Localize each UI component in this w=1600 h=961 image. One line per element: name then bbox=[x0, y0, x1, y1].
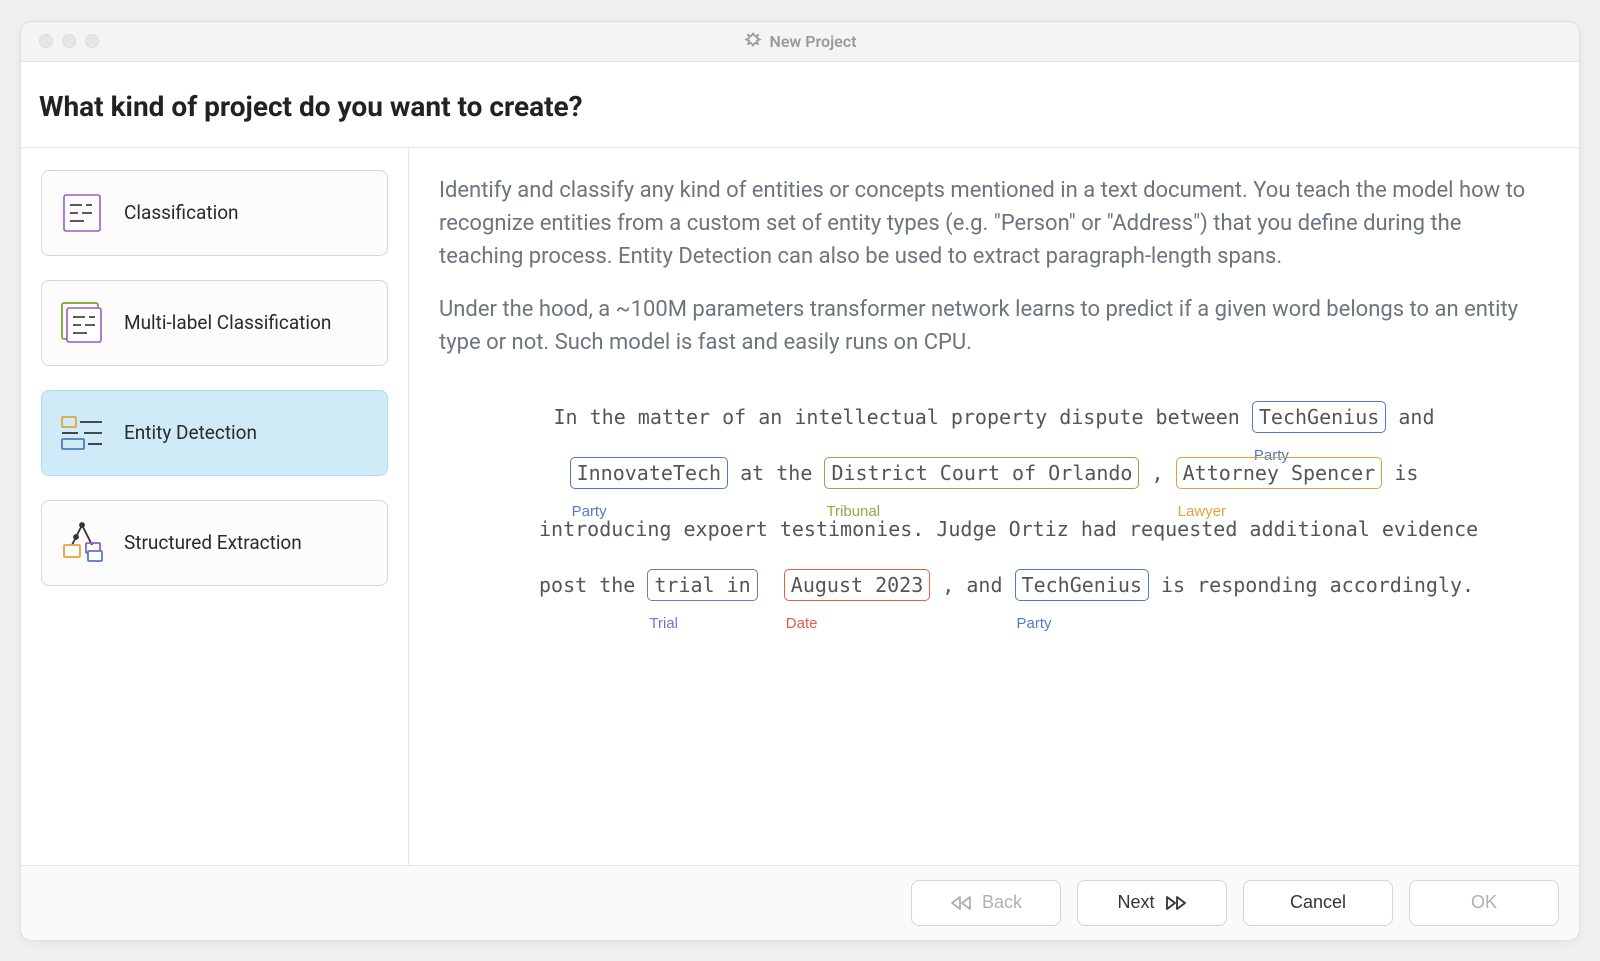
entity-box: August 2023 bbox=[784, 569, 930, 601]
entity-tribunal: District Court of Orlando Tribunal bbox=[824, 445, 1139, 501]
classification-icon bbox=[58, 189, 106, 237]
example-text: , and bbox=[942, 573, 1014, 597]
project-type-list: Classification Multi-label Classificatio… bbox=[21, 148, 409, 865]
entity-party: InnovateTech Party bbox=[570, 445, 729, 501]
entity-box: TechGenius bbox=[1015, 569, 1149, 601]
entity-label: Party bbox=[1017, 615, 1052, 633]
description-paragraph-1: Identify and classify any kind of entiti… bbox=[439, 174, 1549, 273]
next-button[interactable]: Next bbox=[1077, 880, 1227, 926]
content-panel: Identify and classify any kind of entiti… bbox=[409, 148, 1579, 865]
entity-label: Tribunal bbox=[826, 503, 880, 521]
option-label: Entity Detection bbox=[124, 421, 257, 444]
back-button[interactable]: Back bbox=[911, 880, 1061, 926]
wizard-body: Classification Multi-label Classificatio… bbox=[21, 148, 1579, 865]
entity-party: TechGenius Party bbox=[1015, 557, 1149, 613]
entity-label: Date bbox=[786, 615, 818, 633]
example-text: , bbox=[1152, 461, 1176, 485]
option-label: Structured Extraction bbox=[124, 531, 302, 554]
button-label: OK bbox=[1471, 892, 1497, 913]
example-text: introducing expoert testimonies. Judge O… bbox=[539, 517, 1478, 541]
rewind-icon bbox=[950, 895, 972, 911]
example-text: and bbox=[1398, 405, 1434, 429]
structured-extraction-icon bbox=[58, 519, 106, 567]
button-label: Next bbox=[1117, 892, 1154, 913]
example-text: post the bbox=[539, 573, 647, 597]
zoom-icon[interactable] bbox=[85, 34, 99, 48]
titlebar-title: New Project bbox=[744, 32, 857, 51]
page-title: What kind of project do you want to crea… bbox=[39, 90, 1561, 123]
entity-box: TechGenius bbox=[1252, 401, 1386, 433]
entity-box: trial in bbox=[647, 569, 757, 601]
option-multilabel-classification[interactable]: Multi-label Classification bbox=[41, 280, 388, 366]
entity-label: Party bbox=[572, 503, 607, 521]
project-wizard-window: New Project What kind of project do you … bbox=[20, 21, 1580, 941]
window-controls bbox=[39, 34, 99, 48]
entity-date: August 2023 Date bbox=[784, 557, 930, 613]
close-icon[interactable] bbox=[39, 34, 53, 48]
entity-box: District Court of Orlando bbox=[824, 457, 1139, 489]
header-question: What kind of project do you want to crea… bbox=[21, 62, 1579, 148]
multilabel-icon bbox=[58, 299, 106, 347]
entity-party: TechGenius Party bbox=[1252, 389, 1386, 445]
ok-button[interactable]: OK bbox=[1409, 880, 1559, 926]
option-label: Classification bbox=[124, 201, 239, 224]
button-label: Cancel bbox=[1290, 892, 1346, 913]
entity-label: Lawyer bbox=[1178, 503, 1226, 521]
app-icon bbox=[744, 32, 762, 50]
example-text: In the matter of an intellectual propert… bbox=[554, 405, 1252, 429]
fast-forward-icon bbox=[1165, 895, 1187, 911]
button-label: Back bbox=[982, 892, 1022, 913]
example-text: at the bbox=[740, 461, 824, 485]
window-title-text: New Project bbox=[770, 32, 857, 51]
entity-label: Trial bbox=[649, 615, 678, 633]
minimize-icon[interactable] bbox=[62, 34, 76, 48]
description-paragraph-2: Under the hood, a ~100M parameters trans… bbox=[439, 293, 1549, 359]
option-structured-extraction[interactable]: Structured Extraction bbox=[41, 500, 388, 586]
entity-detection-icon bbox=[58, 409, 106, 457]
example-text: is bbox=[1394, 461, 1418, 485]
entity-trial: trial in Trial bbox=[647, 557, 757, 613]
entity-box: Attorney Spencer bbox=[1176, 457, 1383, 489]
entity-example: In the matter of an intellectual propert… bbox=[439, 379, 1549, 623]
option-label: Multi-label Classification bbox=[124, 311, 331, 334]
cancel-button[interactable]: Cancel bbox=[1243, 880, 1393, 926]
option-entity-detection[interactable]: Entity Detection bbox=[41, 390, 388, 476]
entity-box: InnovateTech bbox=[570, 457, 729, 489]
option-classification[interactable]: Classification bbox=[41, 170, 388, 256]
wizard-footer: Back Next Cancel OK bbox=[21, 865, 1579, 940]
titlebar: New Project bbox=[21, 22, 1579, 62]
example-text: is responding accordingly. bbox=[1161, 573, 1474, 597]
entity-lawyer: Attorney Spencer Lawyer bbox=[1176, 445, 1383, 501]
